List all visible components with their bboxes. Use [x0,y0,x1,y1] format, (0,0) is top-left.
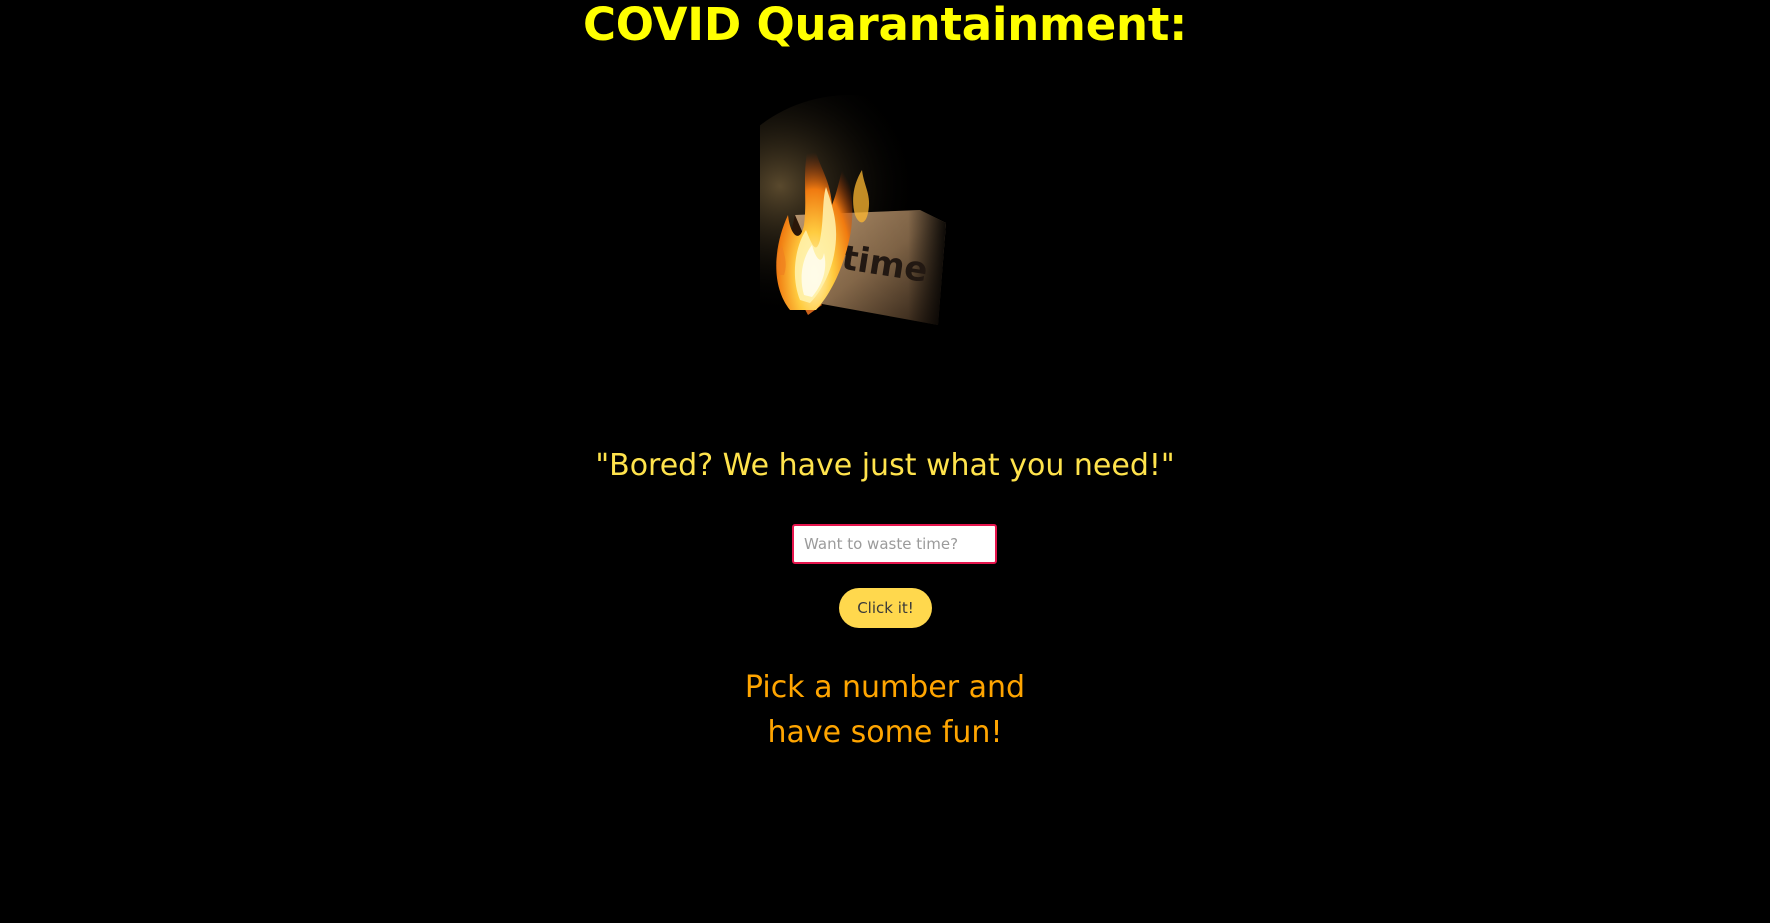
result-line-1: Pick a number and [744,670,1026,705]
burning-paper-icon: time [760,95,1090,385]
waste-time-input[interactable] [792,524,997,564]
page: COVID Quarantainment: time "Bored? We ha… [0,0,1770,923]
tagline: "Bored? We have just what you need!" [595,448,1175,483]
result-message: Pick a number and have some fun! [0,665,1770,755]
page-title: COVID Quarantainment: [582,0,1187,51]
burning-time-image: time [760,95,1090,385]
click-it-button[interactable]: Click it! [839,588,932,628]
result-line-2: have some fun! [767,715,1003,750]
